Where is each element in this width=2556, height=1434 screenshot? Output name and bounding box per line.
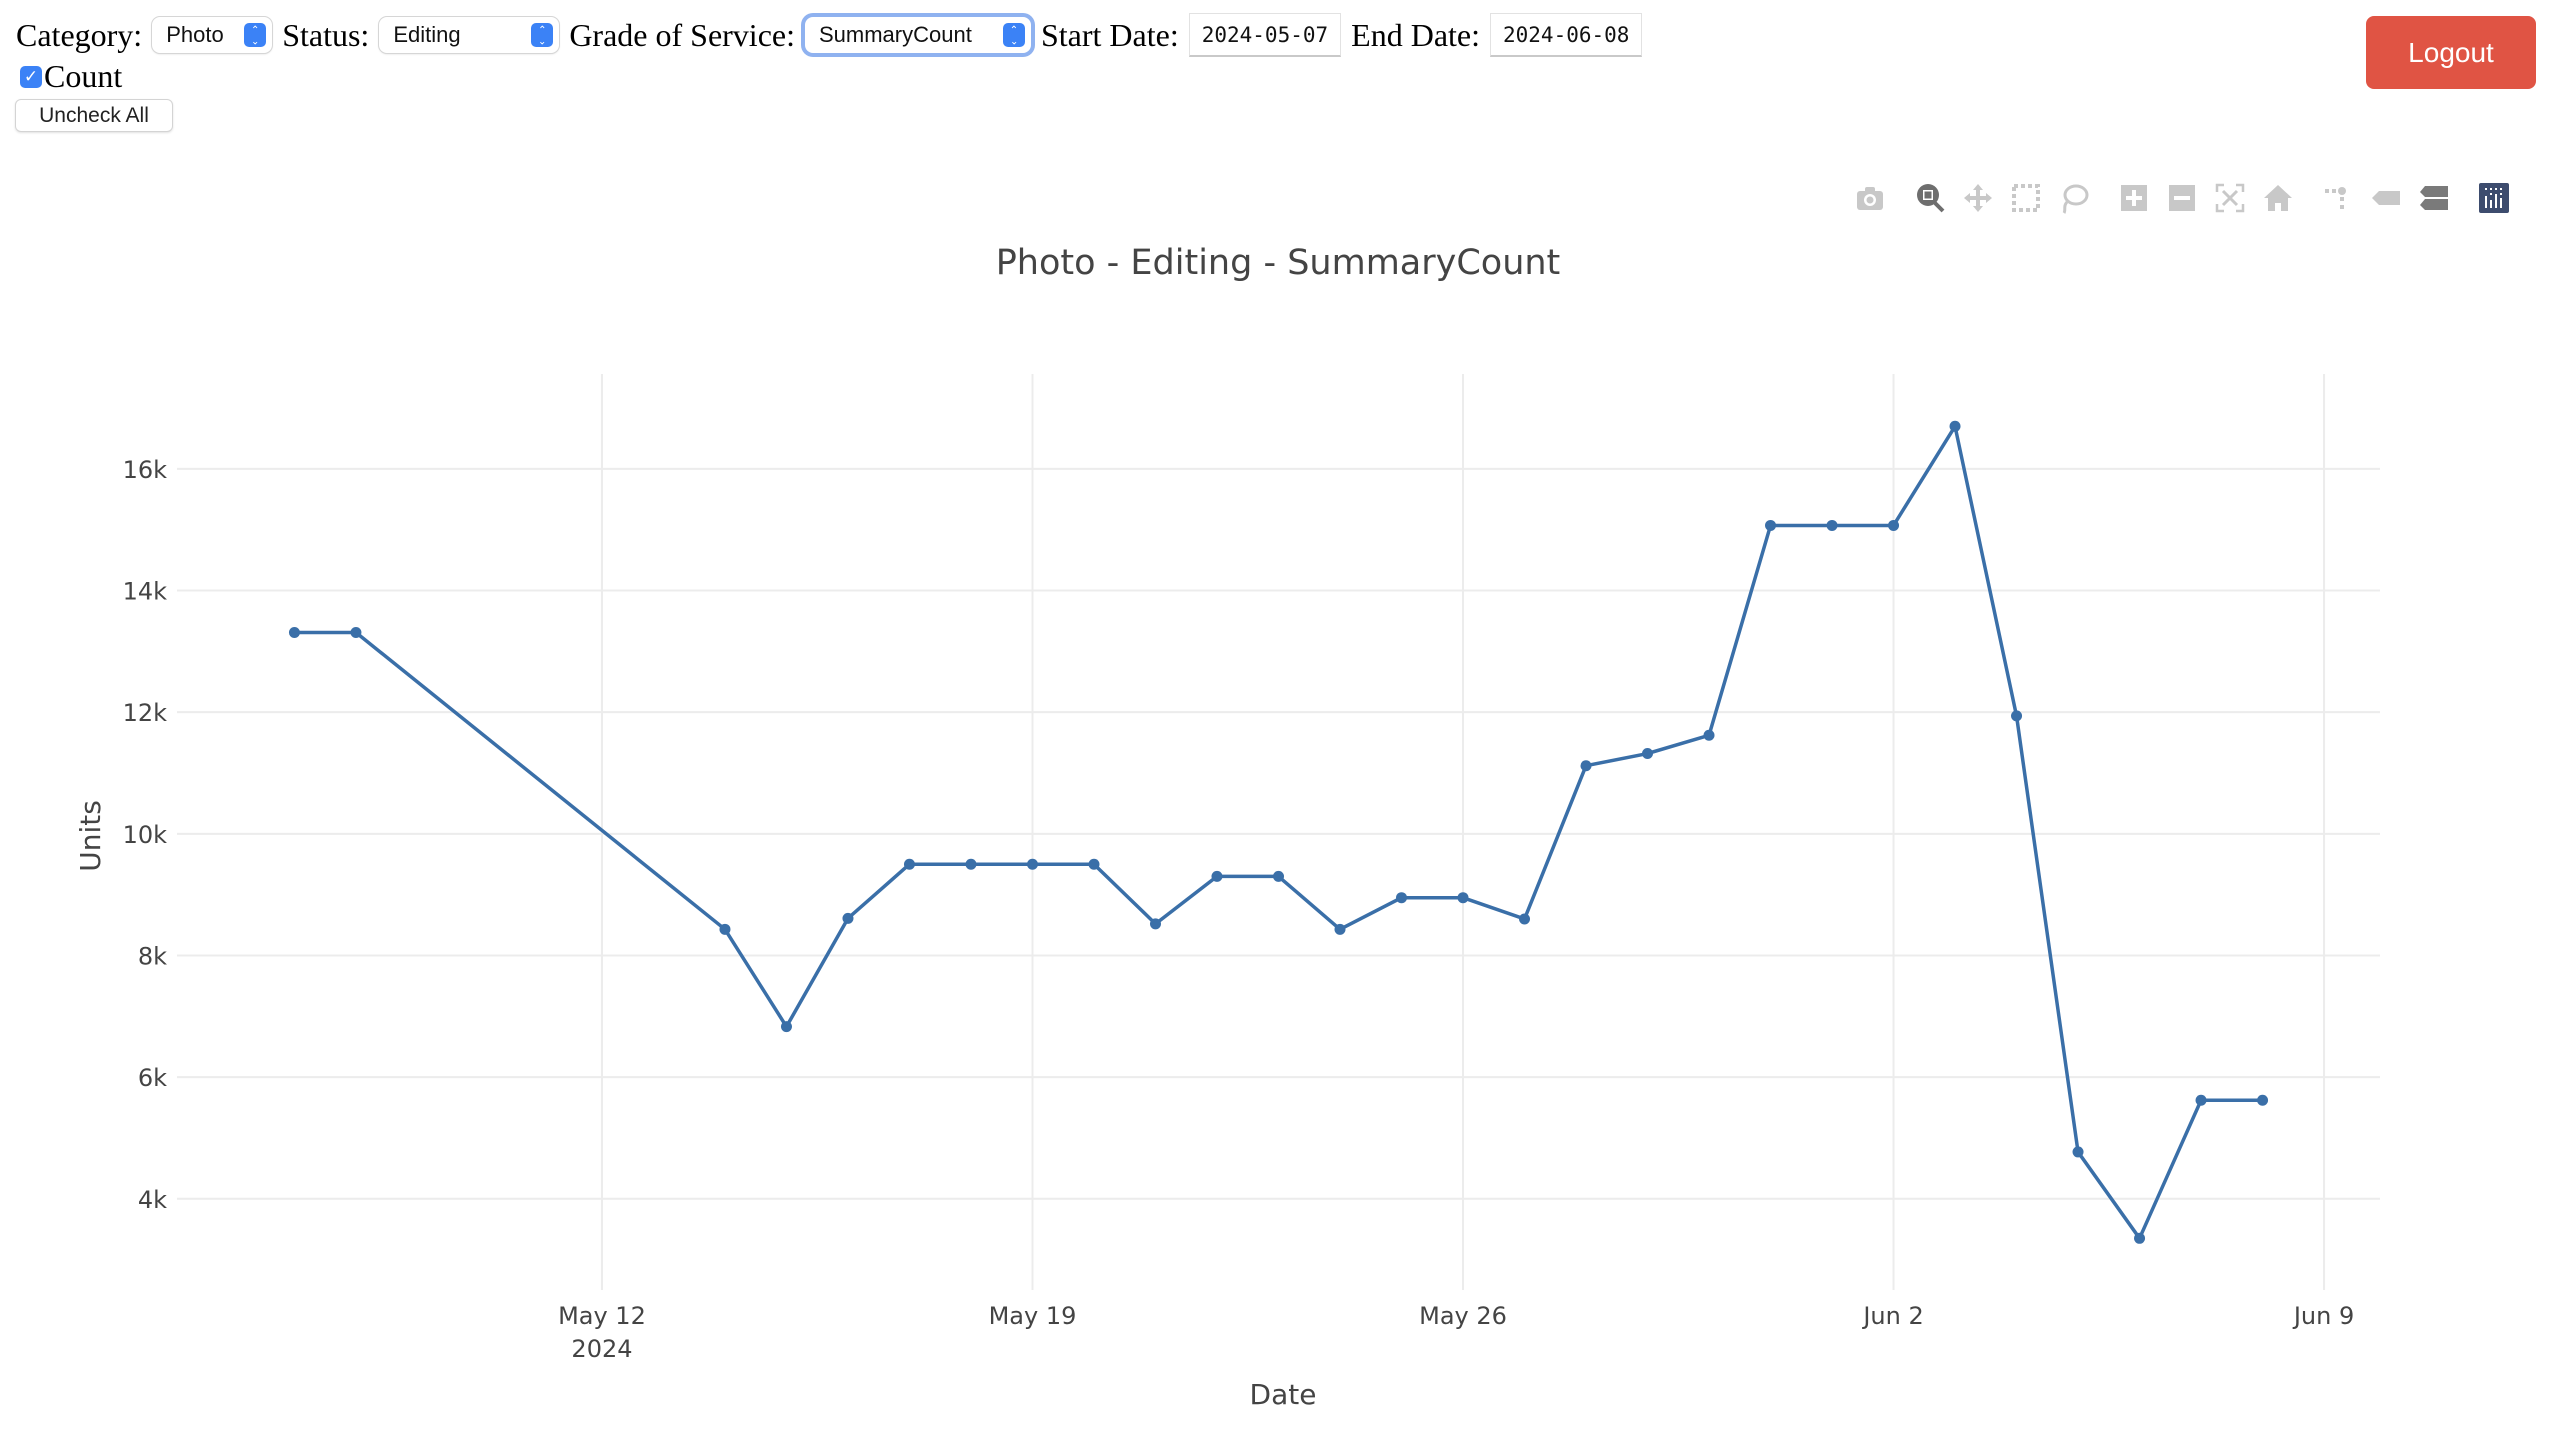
y-tick-label: 12k <box>123 699 168 727</box>
y-tick-label: 16k <box>123 456 168 484</box>
data-point <box>1642 748 1654 760</box>
y-tick-label: 10k <box>123 821 168 849</box>
data-point <box>1149 918 1161 930</box>
data-point <box>1026 858 1038 870</box>
data-point <box>719 923 731 935</box>
x-axis-title: Date <box>1250 1378 1317 1411</box>
y-tick-label: 6k <box>138 1064 167 1092</box>
data-point <box>2195 1094 2207 1106</box>
plotly-logo-icon[interactable] <box>2474 178 2514 218</box>
x-tick-sublabel: 2024 <box>571 1335 632 1363</box>
data-point <box>1765 519 1777 531</box>
data-point <box>1519 913 1531 925</box>
data-point <box>2072 1146 2084 1158</box>
data-point <box>965 858 977 870</box>
pan-icon[interactable] <box>1958 178 1998 218</box>
axis-layer: 4k 6k 8k 10k 12k 14k 16k May 12 2024 May 19 May 26… <box>123 456 2355 1363</box>
spike-lines-icon[interactable] <box>2318 178 2358 218</box>
x-tick-label: May 26 <box>1419 1302 1507 1330</box>
hover-closest-icon[interactable] <box>2366 178 2406 218</box>
y-tick-label: 4k <box>138 1186 167 1214</box>
y-axis-title: Units <box>74 800 107 872</box>
data-point <box>2011 710 2023 722</box>
autoscale-icon[interactable] <box>2210 178 2250 218</box>
plot-modebar <box>1850 178 2522 218</box>
data-point <box>780 1021 792 1033</box>
data-point <box>1457 892 1469 904</box>
data-point <box>1273 870 1284 882</box>
series-line-count <box>294 424 2263 1241</box>
reset-axes-icon[interactable] <box>2258 178 2298 218</box>
box-select-icon[interactable] <box>2006 178 2046 218</box>
y-tick-label: 8k <box>138 942 167 970</box>
data-point <box>1334 923 1346 935</box>
data-point <box>1088 858 1100 870</box>
data-point <box>1888 519 1900 531</box>
data-point <box>350 626 362 638</box>
data-point <box>2257 1094 2269 1106</box>
data-point <box>1580 760 1592 772</box>
data-point <box>903 858 915 870</box>
x-tick-label: Jun 2 <box>1861 1302 1923 1330</box>
lasso-select-icon[interactable] <box>2054 178 2094 218</box>
chart-title: Photo - Editing - SummaryCount <box>996 243 1561 283</box>
data-point <box>1703 729 1715 741</box>
x-tick-label: May 12 <box>558 1302 646 1330</box>
zoom-out-icon[interactable] <box>2162 178 2202 218</box>
zoom-icon[interactable] <box>1910 178 1950 218</box>
y-tick-label: 14k <box>123 578 168 606</box>
x-tick-label: Jun 9 <box>2292 1302 2354 1330</box>
camera-icon[interactable] <box>1850 178 1890 218</box>
grid-layer <box>177 374 2380 1290</box>
zoom-in-icon[interactable] <box>2114 178 2154 218</box>
x-tick-label: May 19 <box>989 1302 1077 1330</box>
data-point <box>1396 892 1408 904</box>
data-point <box>2134 1232 2146 1244</box>
data-point <box>288 626 300 638</box>
data-point <box>1826 519 1838 531</box>
hover-compare-icon[interactable] <box>2414 178 2454 218</box>
data-point <box>1949 420 1961 432</box>
data-point <box>842 912 854 924</box>
data-point <box>1211 870 1223 882</box>
series-layer <box>288 420 2269 1244</box>
